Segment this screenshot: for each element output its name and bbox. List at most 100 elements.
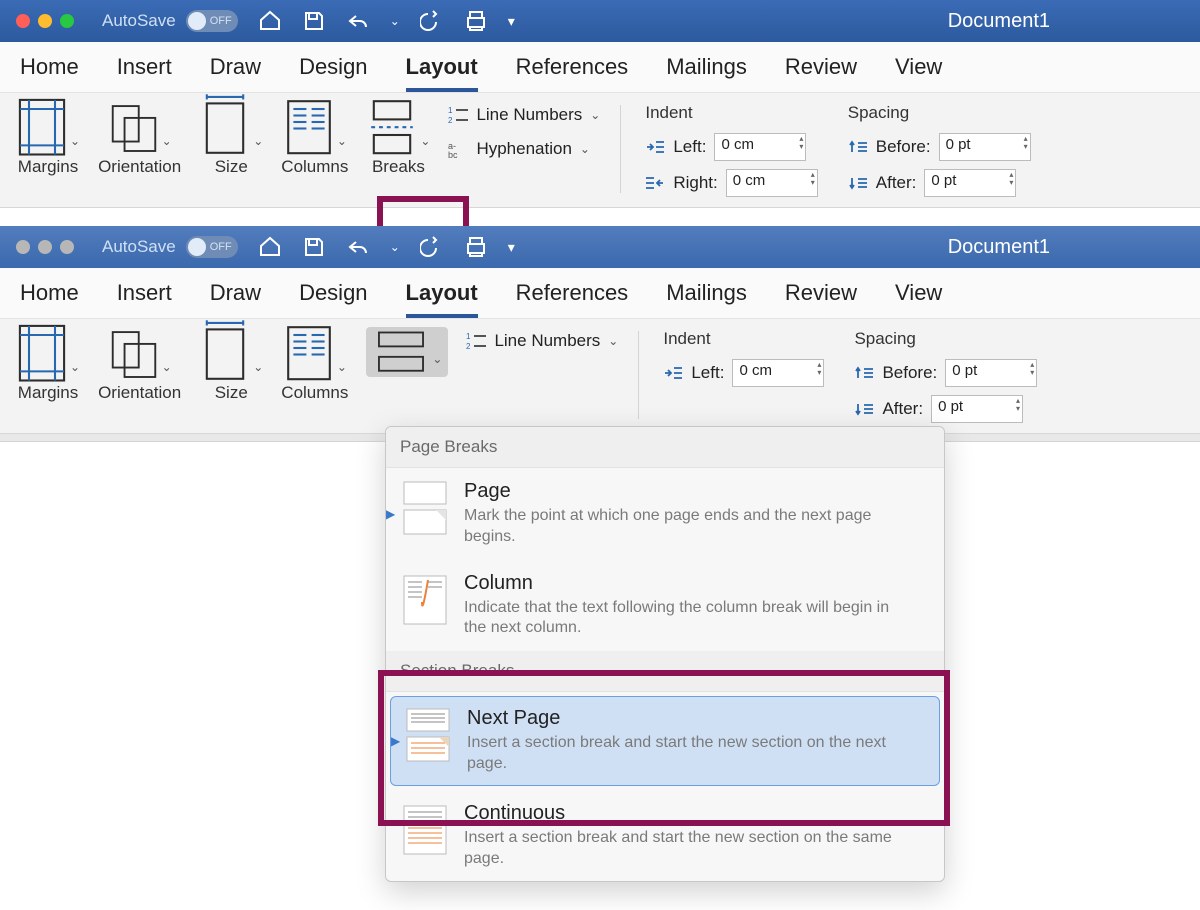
- orientation-button[interactable]: ⌄ Orientation: [92, 327, 187, 403]
- columns-button[interactable]: ⌄ Columns: [275, 101, 354, 177]
- document-title: Document1: [948, 236, 1050, 259]
- undo-chevron-icon[interactable]: ⌄: [390, 14, 400, 28]
- close-window-button[interactable]: [16, 240, 30, 254]
- continuous-section-break-item[interactable]: Continuous Insert a section break and st…: [386, 790, 944, 882]
- page-breaks-header: Page Breaks: [386, 427, 944, 468]
- next-page-section-break-item[interactable]: ▶ Next Page Insert a section break and s…: [390, 696, 940, 786]
- spinner-icon[interactable]: ▴▾: [1030, 361, 1034, 377]
- spinner-icon[interactable]: ▴▾: [1009, 171, 1013, 187]
- tab-review[interactable]: Review: [785, 280, 857, 318]
- minimize-window-button[interactable]: [38, 240, 52, 254]
- breaks-icon: [366, 96, 418, 158]
- tab-design[interactable]: Design: [299, 54, 367, 92]
- save-icon[interactable]: [302, 235, 326, 259]
- tab-view[interactable]: View: [895, 280, 942, 318]
- tab-mailings[interactable]: Mailings: [666, 54, 747, 92]
- chevron-down-icon: ⌄: [590, 108, 600, 122]
- home-icon[interactable]: [258, 9, 282, 33]
- spinner-icon[interactable]: ▴▾: [811, 171, 815, 187]
- spacing-before-icon: [854, 365, 874, 381]
- tab-draw[interactable]: Draw: [210, 280, 261, 318]
- tab-design[interactable]: Design: [299, 280, 367, 318]
- tab-layout[interactable]: Layout: [406, 280, 478, 318]
- line-numbers-icon: 12: [448, 105, 468, 125]
- spacing-after-icon: [854, 401, 874, 417]
- tab-references[interactable]: References: [516, 54, 629, 92]
- spacing-before-input[interactable]: 0 pt▴▾: [945, 359, 1037, 387]
- spinner-icon[interactable]: ▴▾: [799, 135, 803, 151]
- chevron-down-icon: ⌄: [420, 134, 430, 148]
- autosave-toggle[interactable]: OFF: [186, 236, 238, 258]
- indent-right-icon: [645, 175, 665, 191]
- window-1: AutoSave OFF ⌄ ▾ Document1 Home Insert D…: [0, 0, 1200, 208]
- save-icon[interactable]: [302, 9, 326, 33]
- tab-view[interactable]: View: [895, 54, 942, 92]
- tab-references[interactable]: References: [516, 280, 629, 318]
- autosave-toggle[interactable]: OFF: [186, 10, 238, 32]
- spacing-after-input[interactable]: 0 pt▴▾: [931, 395, 1023, 423]
- customize-qat-icon[interactable]: ▾: [508, 239, 515, 256]
- titlebar: AutoSave OFF ⌄ ▾ Document1: [0, 0, 1200, 42]
- indent-left-label: Left:: [673, 137, 706, 157]
- indent-right-input[interactable]: 0 cm▴▾: [726, 169, 818, 197]
- tab-mailings[interactable]: Mailings: [666, 280, 747, 318]
- breaks-icon: [372, 329, 430, 375]
- tab-draw[interactable]: Draw: [210, 54, 261, 92]
- redo-icon[interactable]: [420, 9, 444, 33]
- size-button[interactable]: ⌄ Size: [193, 327, 269, 403]
- chevron-down-icon: ⌄: [432, 352, 442, 366]
- undo-chevron-icon[interactable]: ⌄: [390, 240, 400, 254]
- paragraph-indent-spacing: Indent Left: 0 cm▴▾ Right: 0 cm▴▾ Spacin…: [645, 101, 1030, 197]
- indent-left-input[interactable]: 0 cm▴▾: [714, 133, 806, 161]
- indent-header: Indent: [645, 103, 817, 123]
- size-button[interactable]: ⌄ Size: [193, 101, 269, 177]
- print-icon[interactable]: [464, 9, 488, 33]
- breaks-dropdown: Page Breaks ▶ Page Mark the point at whi…: [385, 426, 945, 882]
- home-icon[interactable]: [258, 235, 282, 259]
- menu-item-title: Column: [464, 572, 894, 595]
- margins-button[interactable]: ⌄ Margins: [10, 327, 86, 403]
- autosave: AutoSave OFF: [102, 10, 238, 32]
- spacing-after-input[interactable]: 0 pt▴▾: [924, 169, 1016, 197]
- hyphenation-icon: a-bc: [448, 139, 468, 159]
- hyphenation-button[interactable]: a-bc Hyphenation⌄: [442, 135, 606, 163]
- breaks-button-pressed[interactable]: ⌄: [360, 327, 454, 377]
- undo-icon[interactable]: [346, 235, 370, 259]
- spinner-icon[interactable]: ▴▾: [1024, 135, 1028, 151]
- spacing-before-input[interactable]: 0 pt▴▾: [939, 133, 1031, 161]
- maximize-window-button[interactable]: [60, 14, 74, 28]
- tab-layout[interactable]: Layout: [406, 54, 478, 92]
- tab-review[interactable]: Review: [785, 54, 857, 92]
- print-icon[interactable]: [464, 235, 488, 259]
- maximize-window-button[interactable]: [60, 240, 74, 254]
- redo-icon[interactable]: [420, 235, 444, 259]
- indent-header: Indent: [663, 329, 824, 349]
- indent-left-input[interactable]: 0 cm▴▾: [732, 359, 824, 387]
- page-break-item[interactable]: ▶ Page Mark the point at which one page …: [386, 468, 944, 560]
- ribbon-tabs: Home Insert Draw Design Layout Reference…: [0, 42, 1200, 93]
- line-numbers-button[interactable]: 12 Line Numbers⌄: [460, 327, 624, 355]
- svg-text:2: 2: [448, 116, 453, 125]
- menu-item-description: Insert a section break and start the new…: [467, 733, 897, 775]
- margins-icon: [16, 96, 68, 158]
- close-window-button[interactable]: [16, 14, 30, 28]
- undo-icon[interactable]: [346, 9, 370, 33]
- margins-button[interactable]: ⌄ Margins: [10, 101, 86, 177]
- orientation-button[interactable]: ⌄ Orientation: [92, 101, 187, 177]
- column-break-thumb-icon: [400, 572, 450, 628]
- tab-home[interactable]: Home: [20, 280, 79, 318]
- tab-insert[interactable]: Insert: [117, 280, 172, 318]
- caret-icon: ▶: [391, 734, 400, 748]
- minimize-window-button[interactable]: [38, 14, 52, 28]
- customize-qat-icon[interactable]: ▾: [508, 13, 515, 30]
- line-numbers-button[interactable]: 12 Line Numbers⌄: [442, 101, 606, 129]
- spinner-icon[interactable]: ▴▾: [817, 361, 821, 377]
- chevron-down-icon: ⌄: [337, 360, 347, 374]
- spacing-before-label: Before:: [876, 137, 931, 157]
- spinner-icon[interactable]: ▴▾: [1016, 397, 1020, 413]
- tab-insert[interactable]: Insert: [117, 54, 172, 92]
- tab-home[interactable]: Home: [20, 54, 79, 92]
- breaks-button[interactable]: ⌄ Breaks: [360, 101, 436, 177]
- column-break-item[interactable]: Column Indicate that the text following …: [386, 560, 944, 652]
- columns-button[interactable]: ⌄ Columns: [275, 327, 354, 403]
